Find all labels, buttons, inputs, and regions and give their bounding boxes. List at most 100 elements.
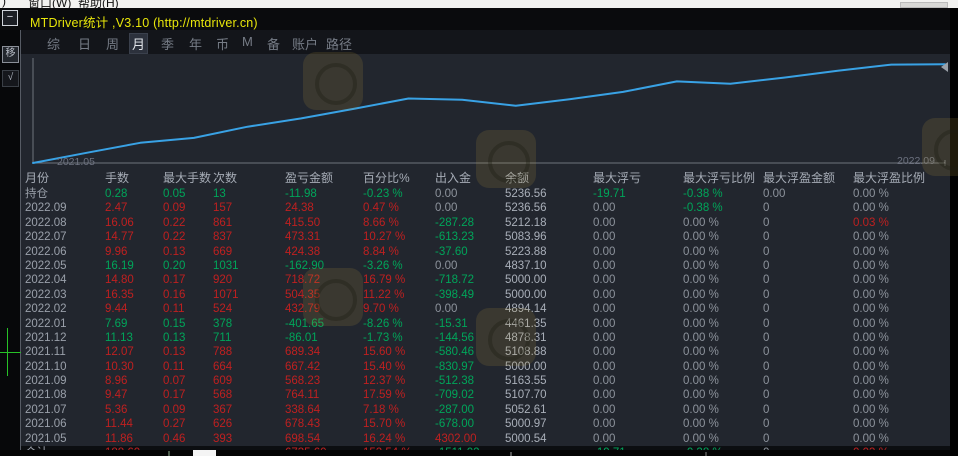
table-cell: 0.20 <box>163 259 185 273</box>
table-row[interactable]: 2022.0414.800.17920718.7216.79 %-718.725… <box>21 273 950 287</box>
table-cell: 2021.08 <box>25 388 67 402</box>
table-cell: 0 <box>763 216 769 230</box>
table-cell: -0.38 % <box>683 201 723 215</box>
table-cell: 711 <box>213 331 231 345</box>
table-cell: 0.00 <box>435 302 457 316</box>
table-cell: 12.37 % <box>363 374 405 388</box>
table-cell: 0.07 <box>163 374 185 388</box>
check-tool-icon[interactable]: √ <box>2 70 19 87</box>
table-cell: 0.00 % <box>683 331 719 345</box>
table-row[interactable]: 2022.0714.770.22837473.3110.27 %-613.235… <box>21 230 950 244</box>
toolbar-tab[interactable]: 备 <box>264 33 283 54</box>
table-row[interactable]: 2022.0516.190.201031-162.90-3.26 %0.0048… <box>21 259 950 273</box>
toolbar-tab[interactable]: M <box>239 33 256 50</box>
taskbar-mark <box>168 451 170 456</box>
table-cell: 16.79 % <box>363 273 405 287</box>
table-cell: 4302.00 <box>435 432 477 446</box>
table-cell: 0 <box>763 245 769 259</box>
watermark <box>922 118 958 176</box>
table-cell: 0.00 % <box>683 374 719 388</box>
table-cell: 0 <box>763 230 769 244</box>
table-cell: 2022.02 <box>25 302 67 316</box>
table-cell: 9.96 <box>105 245 127 259</box>
table-cell: -19.71 <box>593 187 626 201</box>
table-cell: 5223.88 <box>505 245 547 259</box>
table-cell: 0.00 % <box>853 201 889 215</box>
table-cell: 0 <box>763 302 769 316</box>
table-cell: 0.00 <box>593 417 615 431</box>
table-cell: 0.05 <box>163 187 185 201</box>
table-cell: 15.60 % <box>363 345 405 359</box>
minimize-button[interactable]: − <box>2 10 18 26</box>
table-cell: 0.17 <box>163 388 185 402</box>
table-row[interactable]: 2022.0816.060.22861415.508.66 %-287.2852… <box>21 216 950 230</box>
table-cell: 0 <box>763 201 769 215</box>
table-cell: 11.13 <box>105 331 133 345</box>
table-cell: -37.60 <box>435 245 468 259</box>
table-row[interactable]: 2021.098.960.07609568.2312.37 %-512.3851… <box>21 374 950 388</box>
toolbar-tab[interactable]: 币 <box>213 33 232 54</box>
table-row[interactable]: 2022.092.470.0915724.380.47 %0.005236.56… <box>21 201 950 215</box>
table-cell: 5000.00 <box>505 288 547 302</box>
column-header: 出入金 <box>435 171 471 186</box>
toolbar-tab[interactable]: 年 <box>186 33 205 54</box>
table-cell: 11.22 % <box>363 288 404 302</box>
table-cell: 0.17 <box>163 273 185 287</box>
table-cell: 14.80 <box>105 273 134 287</box>
table-row[interactable]: 持仓0.280.0513-11.98-0.23 %0.005236.56-19.… <box>21 187 950 201</box>
table-row[interactable]: 2021.089.470.17568764.1117.59 %-709.0251… <box>21 388 950 402</box>
taskbar-mark <box>510 452 512 456</box>
table-cell: 0.22 <box>163 216 185 230</box>
table-cell: 0.00 <box>593 259 615 273</box>
table-cell: 9.70 % <box>363 302 399 316</box>
table-cell: 0.46 <box>163 432 185 446</box>
table-cell: 2.47 <box>105 201 127 215</box>
table-cell: 0 <box>763 345 769 359</box>
table-row[interactable]: 2021.0611.440.27626678.4315.70 %-678.005… <box>21 417 950 431</box>
column-header: 最大浮盈金额 <box>763 171 835 186</box>
column-header: 最大浮亏比例 <box>683 171 755 186</box>
table-row[interactable]: 2021.075.360.09367338.647.18 %-287.00505… <box>21 403 950 417</box>
column-header: 盈亏金额 <box>285 171 333 186</box>
toolbar-tab[interactable]: 账户 <box>289 33 321 54</box>
table-row[interactable]: 2022.069.960.13669424.388.84 %-37.605223… <box>21 245 950 259</box>
table-cell: 0.13 <box>163 345 185 359</box>
table-cell: 2021.12 <box>25 331 67 345</box>
table-cell: 2021.11 <box>25 345 66 359</box>
table-cell: 698.54 <box>285 432 320 446</box>
table-cell: -287.00 <box>435 403 474 417</box>
table-cell: 0.13 <box>163 331 185 345</box>
watermark <box>476 308 536 366</box>
table-cell: 0 <box>763 403 769 417</box>
table-cell: 0.00 <box>593 302 615 316</box>
toolbar-tab[interactable]: 季 <box>158 33 177 54</box>
table-cell: 367 <box>213 403 232 417</box>
table-cell: 2022.03 <box>25 288 67 302</box>
table-cell: 626 <box>213 417 232 431</box>
table-cell: 0 <box>763 259 769 273</box>
move-tool-icon[interactable]: 移 <box>2 46 19 63</box>
table-cell: -678.00 <box>435 417 474 431</box>
table-cell: 2022.09 <box>25 201 67 215</box>
table-cell: 0 <box>763 360 769 374</box>
table-cell: 0.13 <box>163 245 185 259</box>
toolbar-tab[interactable]: 月 <box>129 33 148 54</box>
toolbar-tab[interactable]: 综 <box>44 33 63 54</box>
toolbar-tab[interactable]: 日 <box>75 33 94 54</box>
table-cell: 2021.06 <box>25 417 67 431</box>
table-cell: 0.00 % <box>853 403 889 417</box>
table-row[interactable]: 2022.0316.350.161071504.3511.22 %-398.49… <box>21 288 950 302</box>
table-row[interactable]: 2021.0511.860.46393698.5416.24 %4302.005… <box>21 432 950 446</box>
toolbar-tab[interactable]: 路径 <box>323 33 355 54</box>
table-cell: 664 <box>213 360 232 374</box>
table-cell: -830.97 <box>435 360 474 374</box>
column-header: 月份 <box>25 171 49 186</box>
table-cell: 0.00 % <box>683 288 719 302</box>
table-cell: 2021.10 <box>25 360 67 374</box>
table-cell: 0.00 <box>593 345 615 359</box>
menu-fragment: ) <box>2 0 6 8</box>
table-cell: 0 <box>763 388 769 402</box>
table-cell: 0.00 % <box>853 259 889 273</box>
toolbar-tab[interactable]: 周 <box>103 33 122 54</box>
table-cell: 2021.05 <box>25 432 67 446</box>
